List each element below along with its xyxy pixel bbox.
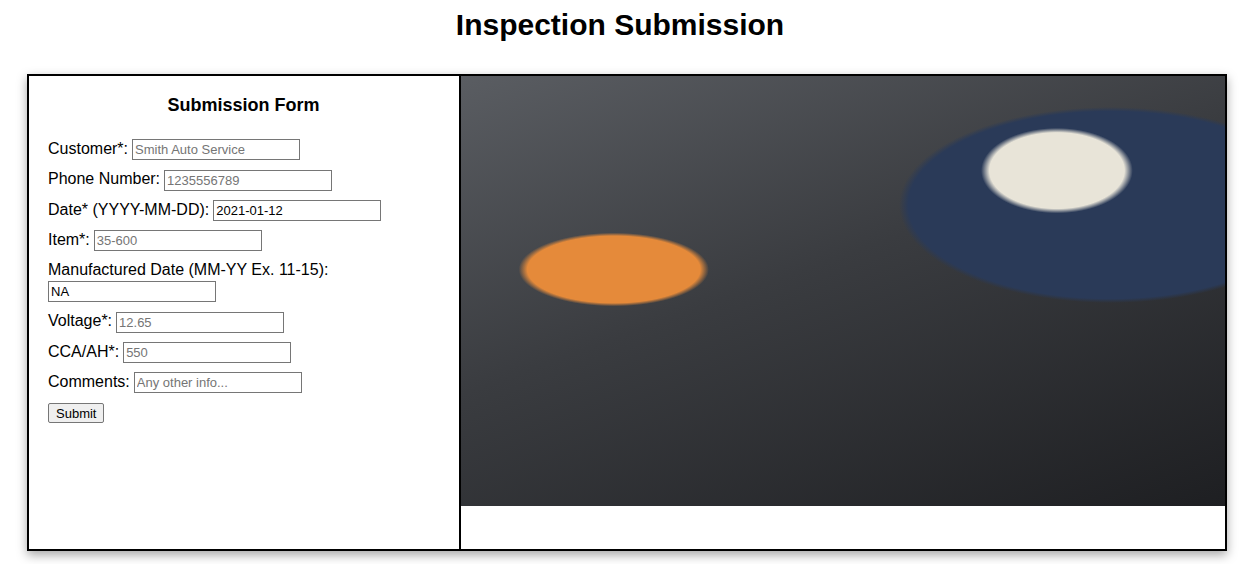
form-title: Submission Form (48, 94, 439, 116)
form-field: Phone Number: (48, 168, 439, 190)
field-input[interactable] (48, 281, 216, 302)
field-label: Comments: (48, 373, 130, 390)
form-field: CCA/AH*: (48, 341, 439, 363)
field-input[interactable] (116, 312, 284, 333)
field-input[interactable] (134, 372, 302, 393)
field-input[interactable] (164, 170, 332, 191)
submission-form: Submission Form Customer*: Phone Number: Da… (29, 76, 461, 549)
inspection-page: Inspection Submission Submission Form Cust… (0, 0, 1240, 564)
field-label: Phone Number: (48, 170, 160, 187)
field-label: Date* (YYYY-MM-DD): (48, 201, 209, 218)
form-field: Comments: (48, 371, 439, 393)
battery-test-photo (461, 76, 1225, 506)
field-label: Voltage*: (48, 312, 112, 329)
field-label: Manufactured Date (MM-YY Ex. 11-15): (48, 261, 328, 278)
form-field: Date* (YYYY-MM-DD): (48, 199, 439, 221)
form-field: Item*: (48, 229, 439, 251)
page-title: Inspection Submission (0, 0, 1240, 44)
field-input[interactable] (213, 200, 381, 221)
field-input[interactable] (132, 139, 300, 160)
form-field: Voltage*: (48, 310, 439, 332)
field-label: Customer*: (48, 140, 128, 157)
field-label: Item*: (48, 231, 90, 248)
form-field: Customer*: (48, 138, 439, 160)
field-label: CCA/AH*: (48, 343, 119, 360)
field-input[interactable] (123, 342, 291, 363)
submit-button[interactable]: Submit (48, 403, 104, 423)
submission-card: Submission Form Customer*: Phone Number: Da… (27, 74, 1227, 551)
form-field: Manufactured Date (MM-YY Ex. 11-15): (48, 259, 439, 302)
field-input[interactable] (94, 230, 262, 251)
photo-area (461, 76, 1225, 549)
